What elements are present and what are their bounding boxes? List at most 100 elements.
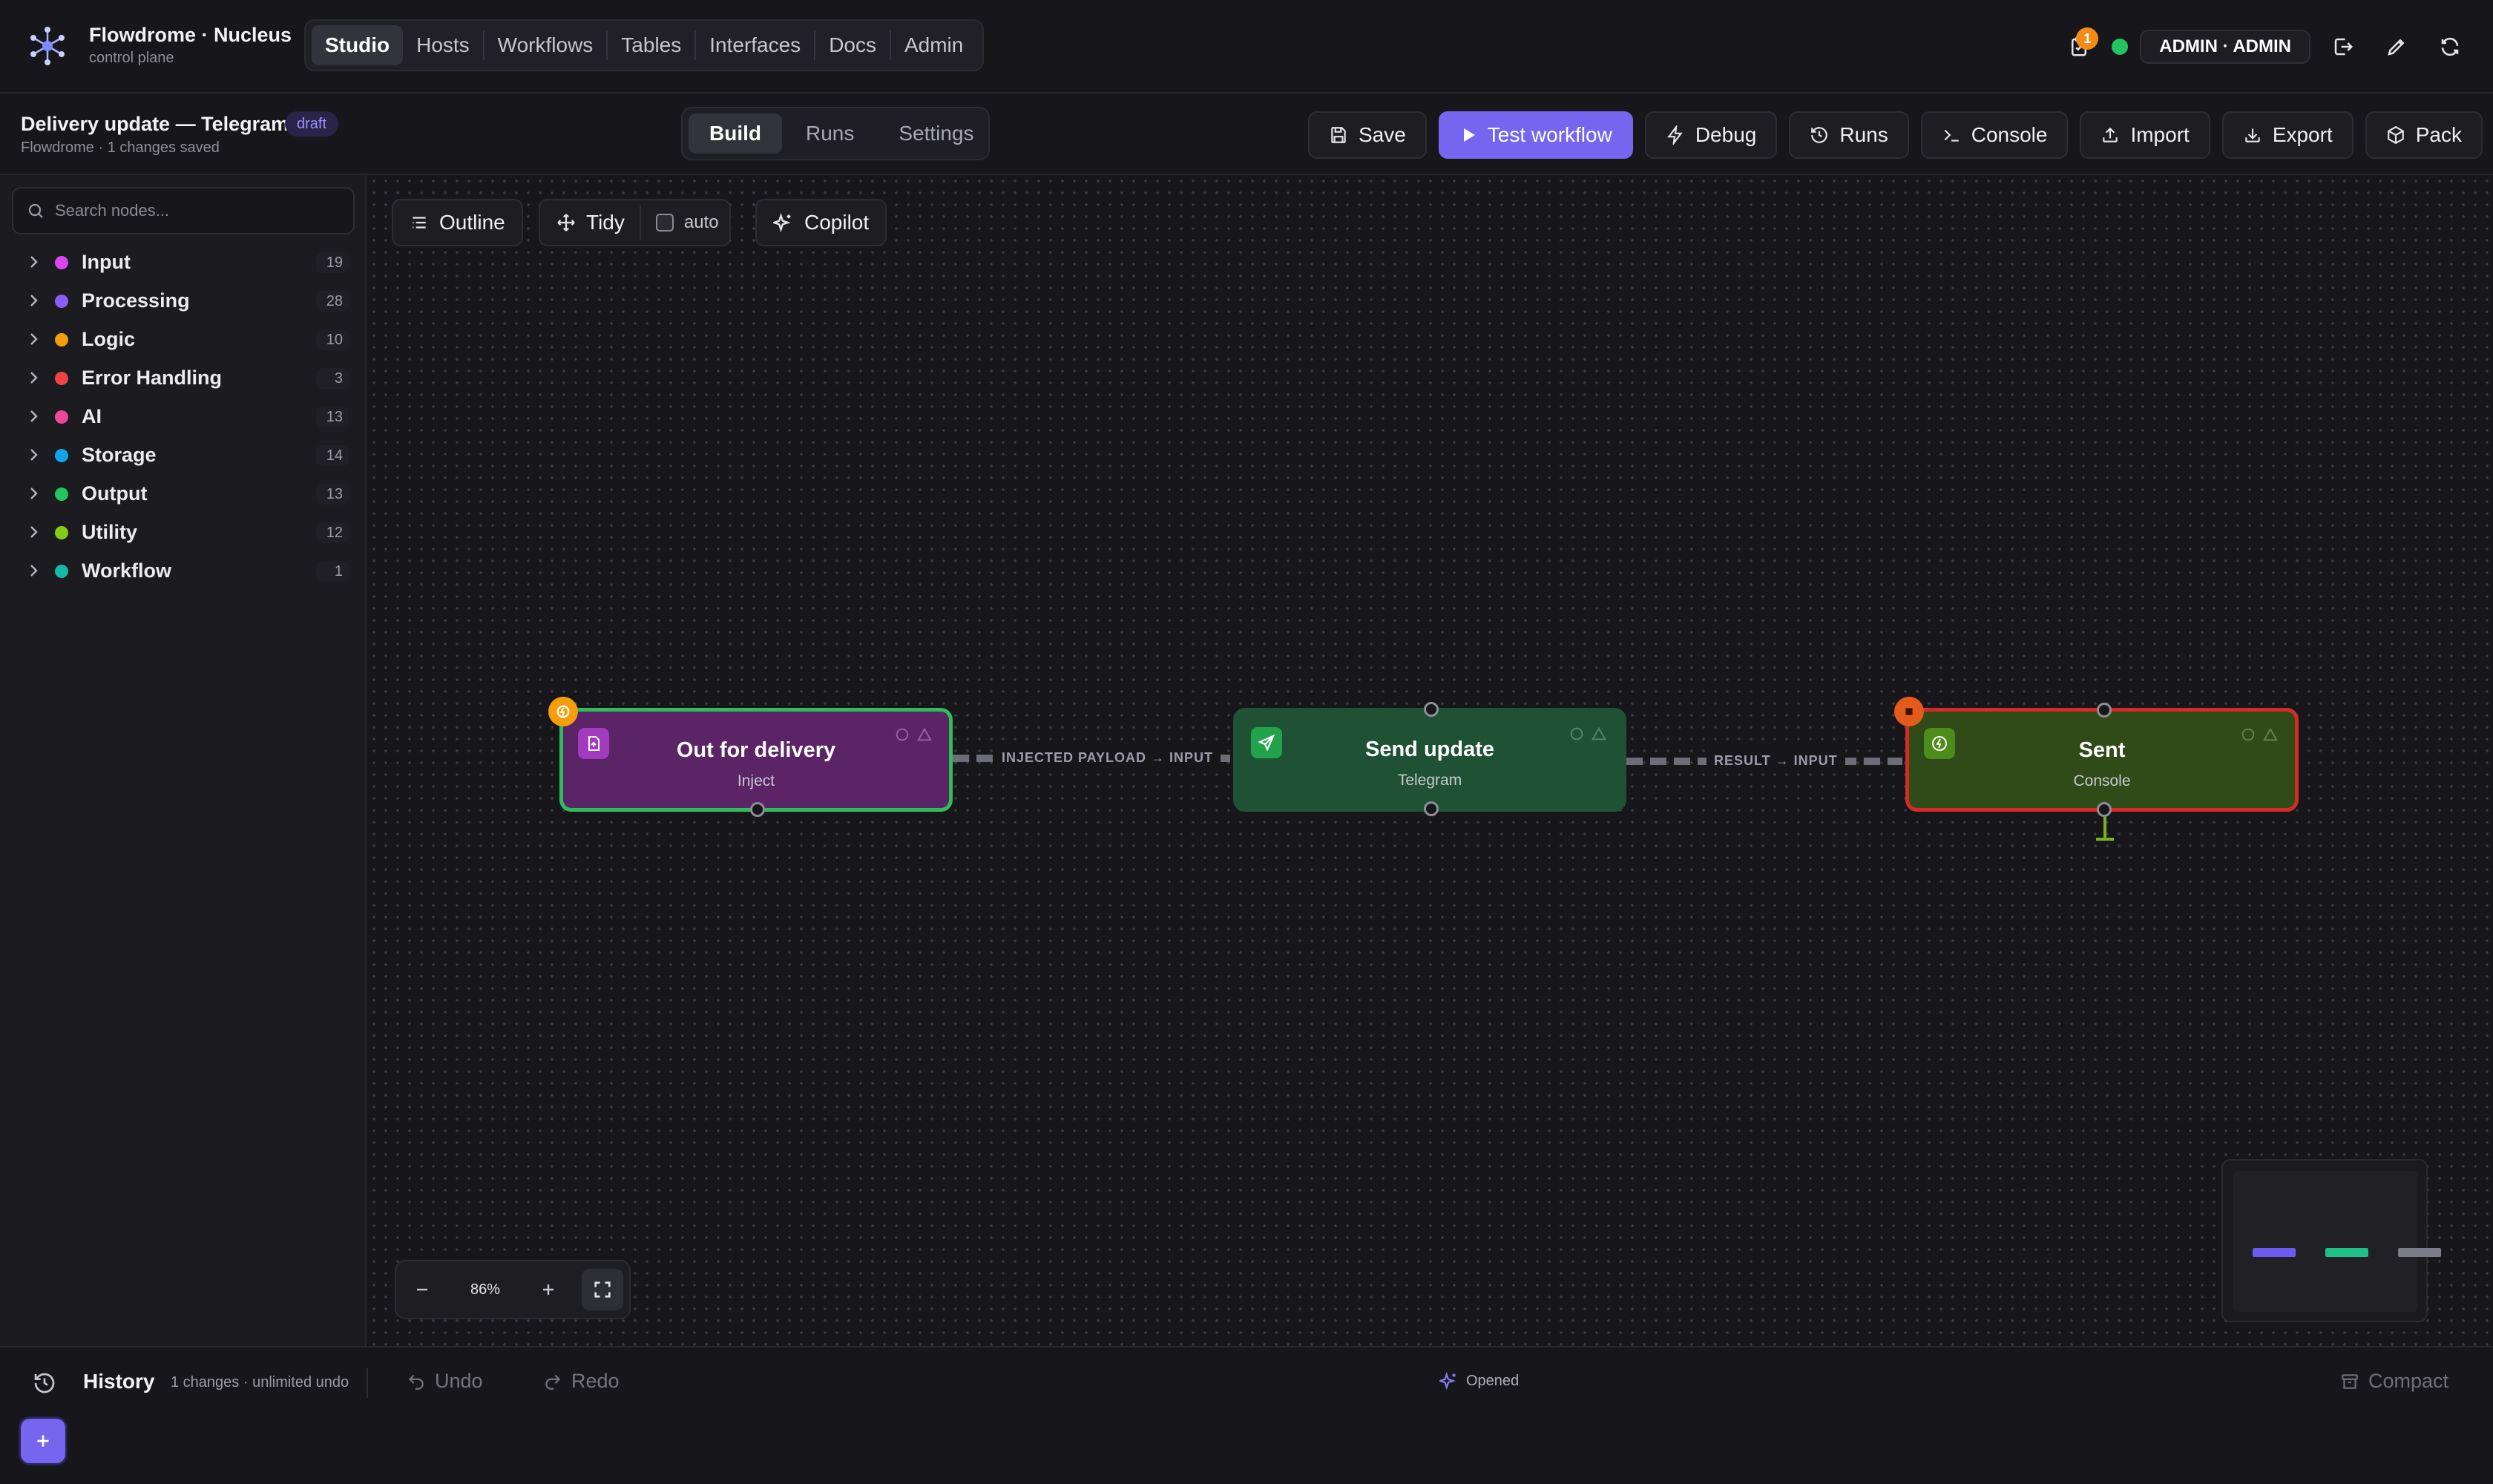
- search-input[interactable]: [53, 194, 343, 227]
- category-color-dot: [55, 372, 68, 385]
- save-label: Save: [1358, 123, 1406, 146]
- tab-runs[interactable]: Runs: [785, 114, 875, 154]
- undo-button[interactable]: Undo: [407, 1370, 483, 1393]
- node-title: Send update: [1364, 738, 1494, 761]
- export-button[interactable]: Export: [2221, 111, 2354, 159]
- tab-settings[interactable]: Settings: [878, 114, 994, 154]
- refresh-button[interactable]: [2429, 26, 2471, 68]
- history-status: Opened: [1439, 1371, 1519, 1391]
- chevron-right-icon: [30, 526, 38, 538]
- search-box: [12, 187, 355, 234]
- category-workflow[interactable]: Workflow 1: [0, 552, 367, 591]
- pack-label: Pack: [2415, 123, 2462, 146]
- category-logic[interactable]: Logic 10: [0, 321, 367, 359]
- input-port[interactable]: [1424, 702, 1439, 717]
- fit-view-button[interactable]: [582, 1269, 623, 1310]
- nav-hosts[interactable]: Hosts: [403, 25, 483, 65]
- category-input[interactable]: Input 19: [0, 243, 367, 282]
- node-inject[interactable]: Out for delivery Inject: [548, 697, 953, 817]
- output-port[interactable]: [2097, 802, 2112, 817]
- logout-icon: [2334, 38, 2354, 56]
- upload-icon: [2103, 127, 2118, 142]
- plus-icon: [37, 1435, 49, 1447]
- category-processing[interactable]: Processing 28: [0, 282, 367, 321]
- chevron-right-icon: [30, 333, 38, 345]
- workflow-canvas[interactable]: Outline Tidy auto Copilot INJECTED PAYLO…: [368, 175, 2493, 1346]
- pack-button[interactable]: Pack: [2365, 111, 2483, 159]
- category-ai[interactable]: AI 13: [0, 398, 367, 436]
- top-right-controls: 1 ADMIN · ADMIN: [2058, 19, 2471, 74]
- compact-label: Compact: [2368, 1370, 2448, 1392]
- node-console[interactable]: Sent Console: [1894, 697, 2299, 841]
- notifications-button[interactable]: 1: [2058, 26, 2100, 68]
- edit-button[interactable]: [2376, 26, 2417, 68]
- fullscreen-icon: [594, 1281, 611, 1298]
- plus-icon: [543, 1284, 554, 1295]
- node-palette-sidebar: Input 19 Processing 28 Logic 10 Error Ha…: [0, 175, 367, 1346]
- add-node-button[interactable]: [21, 1419, 65, 1463]
- category-count: 3: [316, 368, 349, 389]
- redo-label: Redo: [571, 1370, 620, 1392]
- download-icon: [2245, 128, 2260, 142]
- minimap[interactable]: [2221, 1159, 2441, 1322]
- test-workflow-button[interactable]: Test workflow: [1438, 111, 1633, 159]
- zoom-in-button[interactable]: [522, 1260, 574, 1319]
- edge-label: INJECTED PAYLOAD → INPUT: [994, 746, 1221, 769]
- category-count: 28: [316, 291, 349, 312]
- node-type: Telegram: [1397, 772, 1462, 789]
- user-menu[interactable]: ADMIN · ADMIN: [2140, 30, 2310, 64]
- workflow-title[interactable]: Delivery update — Telegram: [21, 113, 289, 136]
- mode-tabs: Build Runs Settings: [681, 107, 990, 160]
- nav-studio[interactable]: Studio: [312, 25, 404, 65]
- chevron-right-icon: [30, 487, 38, 499]
- category-label: Error Handling: [82, 367, 223, 389]
- output-port[interactable]: [1424, 801, 1439, 816]
- archive-icon: [2342, 1373, 2358, 1389]
- tab-build[interactable]: Build: [689, 114, 782, 154]
- stop-icon[interactable]: [1894, 697, 1924, 726]
- runs-button[interactable]: Runs: [1789, 111, 1909, 159]
- nav-docs[interactable]: Docs: [815, 25, 890, 65]
- redo-button[interactable]: Redo: [543, 1370, 620, 1393]
- category-error-handling[interactable]: Error Handling 3: [0, 359, 367, 398]
- logout-button[interactable]: [2322, 26, 2364, 68]
- save-button[interactable]: Save: [1307, 111, 1427, 159]
- category-utility[interactable]: Utility 12: [0, 513, 367, 552]
- history-icon: [34, 1373, 55, 1393]
- console-button[interactable]: Console: [1920, 111, 2069, 159]
- chevron-right-icon: [30, 449, 38, 461]
- app-logo-icon[interactable]: [27, 25, 68, 67]
- node-telegram[interactable]: Send update Telegram: [1233, 702, 1626, 816]
- minimap-node: [2398, 1248, 2441, 1257]
- terminal-icon: [1944, 129, 1959, 142]
- nav-interfaces[interactable]: Interfaces: [696, 25, 814, 65]
- nav-admin[interactable]: Admin: [891, 25, 976, 65]
- category-output[interactable]: Output 13: [0, 475, 367, 513]
- category-label: Processing: [82, 289, 190, 312]
- compact-button[interactable]: Compact: [2340, 1370, 2448, 1393]
- category-color-dot: [55, 256, 68, 269]
- nav-tables[interactable]: Tables: [608, 25, 694, 65]
- chevron-right-icon: [30, 410, 38, 422]
- chevron-right-icon: [30, 565, 38, 577]
- status-badge: draft: [285, 111, 339, 137]
- nav-workflows[interactable]: Workflows: [485, 25, 607, 65]
- history-subtitle: 1 changes · unlimited undo: [171, 1374, 349, 1391]
- import-button[interactable]: Import: [2080, 111, 2210, 159]
- input-port[interactable]: [2097, 703, 2112, 718]
- chevron-right-icon: [30, 256, 38, 268]
- output-port[interactable]: [750, 802, 765, 817]
- node-type: Inject: [737, 772, 775, 789]
- debug-button[interactable]: Debug: [1644, 111, 1778, 159]
- minimap-node: [2325, 1248, 2368, 1257]
- category-count: 13: [316, 484, 349, 505]
- save-icon: [1331, 127, 1346, 143]
- runs-label: Runs: [1839, 123, 1888, 146]
- zoom-out-button[interactable]: [396, 1260, 448, 1319]
- app-subtitle: control plane: [89, 50, 174, 66]
- top-bar: Flowdrome · Nucleus control plane Studio…: [0, 0, 2493, 93]
- category-storage[interactable]: Storage 14: [0, 436, 367, 475]
- category-count: 13: [316, 407, 349, 427]
- search-icon: [28, 203, 43, 218]
- zoom-controls: 86%: [395, 1260, 631, 1319]
